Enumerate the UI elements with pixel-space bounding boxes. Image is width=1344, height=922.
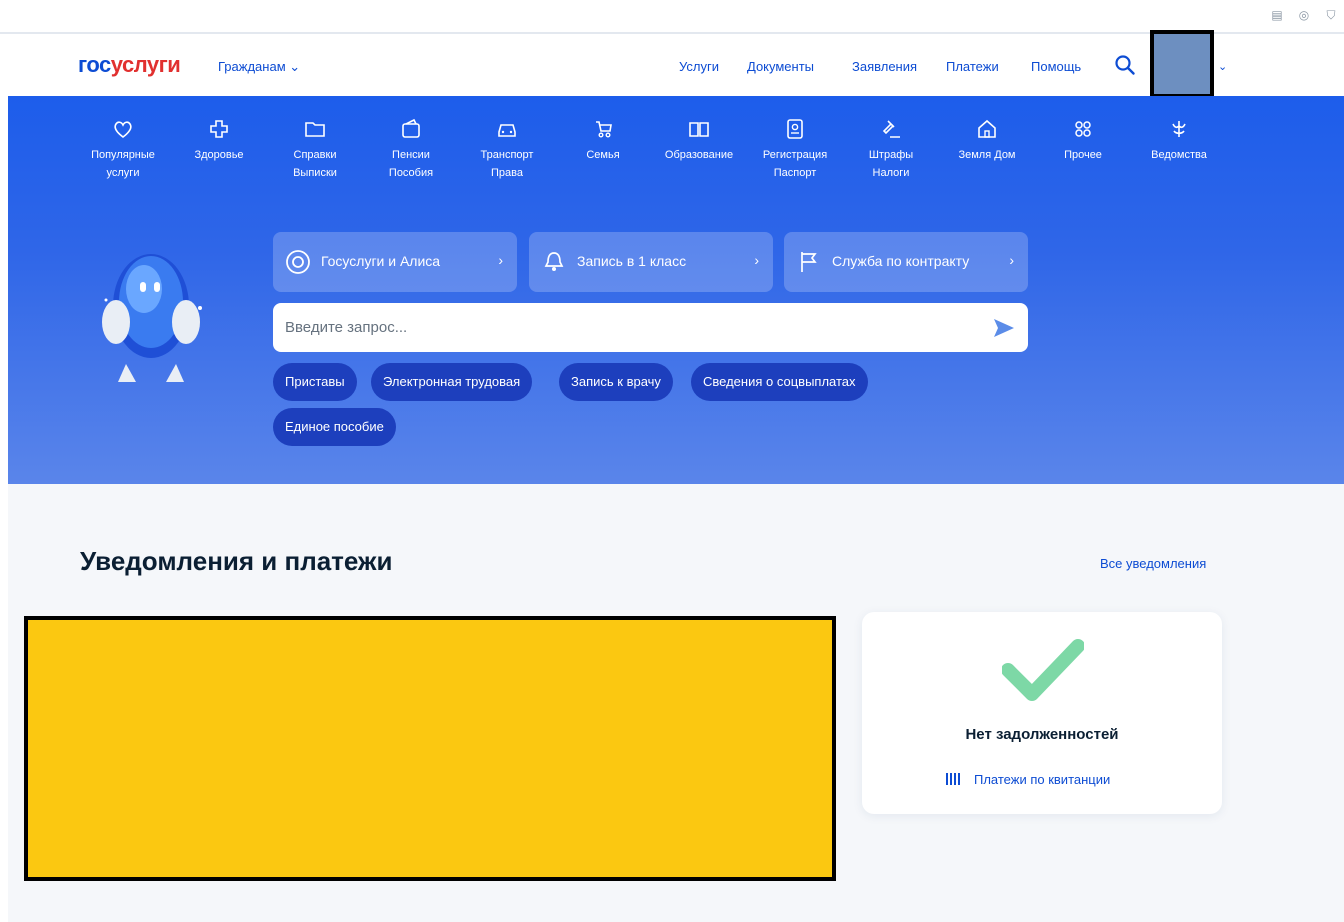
chip-e-workbook[interactable]: Электронная трудовая (371, 363, 533, 401)
category-label: Образование (664, 149, 734, 161)
cross-icon (210, 120, 228, 138)
category-land-house[interactable]: Земля Дом (942, 118, 1032, 164)
category-certificates[interactable]: Справки Выписки (270, 118, 360, 182)
receipt-payments-link[interactable]: Платежи по квитанции (946, 772, 1110, 787)
shield-icon[interactable]: ⛉ (1324, 8, 1338, 22)
chip-social-payments[interactable]: Сведения о соцвыплатах (691, 363, 868, 401)
search-box (273, 303, 1028, 352)
category-sublabel: Пособия (388, 167, 434, 179)
search-icon[interactable] (1114, 54, 1136, 76)
category-sublabel: услуги (106, 167, 140, 179)
promo-alice[interactable]: Госуслуги и Алиса › (273, 232, 517, 292)
category-label: Прочее (1064, 149, 1102, 161)
promo-label: Запись в 1 класс (577, 253, 687, 269)
category-label: Земля Дом (958, 149, 1016, 161)
category-registration[interactable]: Регистрация Паспорт (750, 118, 840, 182)
category-label: Штрафы (868, 149, 914, 161)
category-label: Семья (586, 149, 620, 161)
audience-dropdown[interactable]: Гражданам ⌄ (218, 59, 300, 75)
main-content: Уведомления и платежи Все уведомления Не… (8, 484, 1344, 922)
nav-applications[interactable]: Заявления (852, 59, 917, 74)
flag-icon (801, 252, 817, 272)
promo-school[interactable]: Запись в 1 класс › (529, 232, 773, 292)
chip-bailiffs[interactable]: Приставы (273, 363, 357, 401)
no-debt-text: Нет задолженностей (965, 726, 1119, 743)
chip-doctor-appointment[interactable]: Запись к врачу (559, 363, 673, 401)
reader-icon[interactable]: ▤ (1270, 8, 1284, 22)
category-label: Популярные (91, 149, 155, 161)
emblem-icon (1172, 121, 1186, 137)
site-header: госуслуги Гражданам ⌄ Услуги Документы З… (8, 30, 1344, 98)
category-sublabel: Права (491, 167, 523, 179)
logo-part-1: гос (78, 52, 111, 77)
grid-icon (1075, 121, 1091, 137)
gavel-icon (882, 120, 900, 138)
book-icon (689, 122, 709, 137)
nav-payments[interactable]: Платежи (946, 59, 999, 74)
passport-icon (787, 119, 803, 139)
promo-label: Госуслуги и Алиса (321, 253, 441, 269)
all-notifications-link[interactable]: Все уведомления (1100, 556, 1206, 571)
nav-help[interactable]: Помощь (1031, 59, 1081, 74)
category-sublabel: Паспорт (773, 167, 817, 179)
receipt-payments-label: Платежи по квитанции (974, 772, 1111, 787)
robot-mascot-illustration (102, 254, 202, 382)
payments-status-card: Нет задолженностей Платежи по квитанции (862, 612, 1222, 814)
audience-label: Гражданам (218, 59, 286, 74)
chevron-right-icon: › (1009, 252, 1014, 268)
logo-part-2: услуги (110, 52, 181, 77)
category-label: Ведомства (1151, 149, 1207, 161)
category-label: Пенсии (392, 149, 430, 161)
browser-toolbar: ▤ ◎ ⛉ (0, 0, 1344, 34)
promo-contract-service[interactable]: Служба по контракту › (784, 232, 1028, 292)
category-fines[interactable]: Штрафы Налоги (846, 118, 936, 182)
search-input[interactable] (285, 303, 975, 352)
heart-icon (114, 121, 132, 139)
hero-banner: Популярные услуги Здоровье Справки Выпис… (8, 96, 1344, 484)
nav-documents[interactable]: Документы (747, 59, 814, 74)
category-label: Регистрация (762, 149, 828, 161)
category-label: Справки (293, 149, 337, 161)
gosuslugi-logo[interactable]: госуслуги (78, 52, 181, 78)
wallet-icon (402, 118, 420, 138)
school-bell-icon (544, 252, 564, 271)
chevron-right-icon: › (754, 252, 759, 268)
category-label: Транспорт (480, 149, 534, 161)
category-popular[interactable]: Популярные услуги (78, 118, 168, 182)
profile-chevron-icon[interactable]: ⌄ (1218, 60, 1227, 73)
category-sublabel: Выписки (293, 167, 337, 179)
chip-unified-allowance[interactable]: Единое пособие (273, 408, 396, 446)
send-icon[interactable] (992, 316, 1016, 340)
chevron-right-icon: › (498, 252, 503, 268)
category-family[interactable]: Семья (558, 118, 648, 164)
category-health[interactable]: Здоровье (174, 118, 264, 164)
nav-services[interactable]: Услуги (679, 59, 719, 74)
category-education[interactable]: Образование (654, 118, 744, 164)
chevron-down-icon: ⌄ (289, 59, 301, 74)
alice-icon (286, 250, 310, 274)
category-other[interactable]: Прочее (1038, 118, 1128, 164)
folder-icon (305, 122, 325, 137)
category-pensions[interactable]: Пенсии Пособия (366, 118, 456, 182)
stroller-icon (596, 121, 612, 138)
car-icon (498, 124, 516, 137)
checkmark-icon (1002, 639, 1084, 701)
category-sublabel: Налоги (872, 167, 910, 179)
category-label: Здоровье (194, 149, 244, 161)
promo-label: Служба по контракту (832, 253, 970, 269)
avatar-redacted[interactable] (1150, 30, 1214, 98)
barcode-icon (946, 773, 960, 785)
redacted-notifications-block (24, 616, 836, 881)
category-transport[interactable]: Транспорт Права (462, 118, 552, 182)
camera-icon[interactable]: ◎ (1297, 8, 1311, 22)
category-agencies[interactable]: Ведомства (1134, 118, 1224, 164)
house-icon (978, 119, 996, 138)
section-title: Уведомления и платежи (80, 546, 393, 576)
